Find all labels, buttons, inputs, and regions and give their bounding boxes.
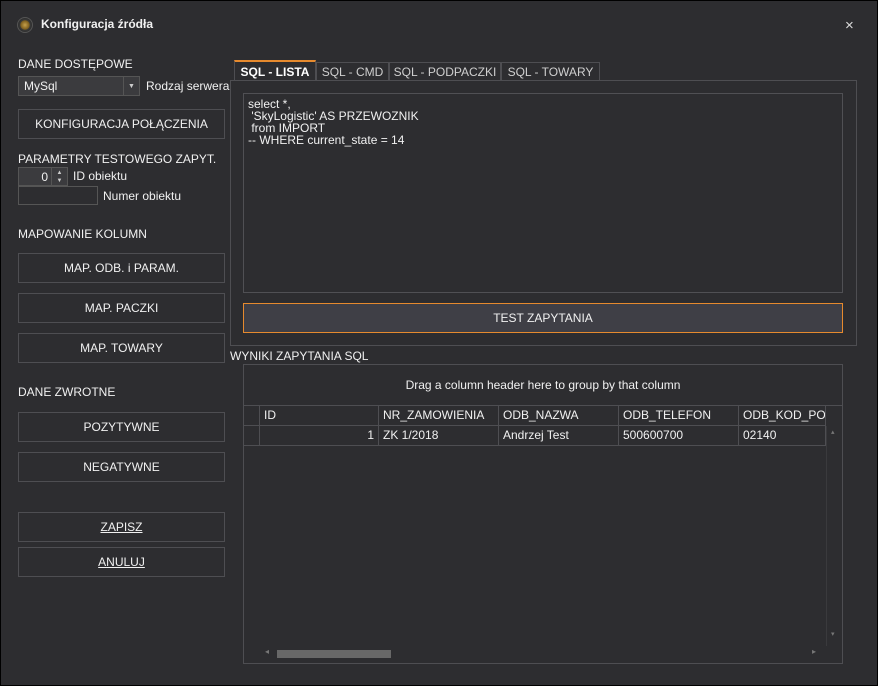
mapping-heading: MAPOWANIE KOLUMN: [18, 227, 147, 241]
table-cell-recipient-postcode[interactable]: 02140: [739, 426, 826, 446]
app-logo-icon: [17, 17, 33, 33]
connection-config-button[interactable]: KONFIGURACJA POŁĄCZENIA: [18, 109, 225, 139]
scroll-thumb[interactable]: [277, 650, 391, 658]
table-cell-recipient-phone[interactable]: 500600700: [619, 426, 739, 446]
object-id-spinner[interactable]: 0 ▲ ▼: [18, 167, 68, 186]
table-cell-order-number[interactable]: ZK 1/2018: [379, 426, 499, 446]
object-number-label: Numer obiektu: [103, 189, 182, 203]
tab-sql-cmd[interactable]: SQL - CMD: [316, 62, 389, 81]
map-recipient-button[interactable]: MAP. ODB. i PARAM.: [18, 253, 225, 283]
access-heading: DANE DOSTĘPOWE: [18, 57, 133, 71]
scroll-left-icon[interactable]: ◂: [265, 647, 269, 656]
chevron-down-icon[interactable]: ▼: [123, 77, 139, 95]
save-button[interactable]: ZAPISZ: [18, 512, 225, 542]
row-indicator-header: [244, 406, 260, 426]
column-header-recipient-name[interactable]: ODB_NAZWA: [499, 406, 619, 426]
column-header-recipient-phone[interactable]: ODB_TELEFON: [619, 406, 739, 426]
sql-editor[interactable]: select *, 'SkyLogistic' AS PRZEWOZNIK fr…: [243, 93, 843, 293]
column-header-order-number[interactable]: NR_ZAMOWIENIA: [379, 406, 499, 426]
map-goods-button[interactable]: MAP. TOWARY: [18, 333, 225, 363]
tab-sql-goods[interactable]: SQL - TOWARY: [501, 62, 600, 81]
close-icon[interactable]: ×: [845, 18, 854, 33]
object-id-value: 0: [41, 170, 48, 184]
window-title: Konfiguracja źródła: [41, 17, 154, 31]
group-panel[interactable]: Drag a column header here to group by th…: [244, 365, 842, 406]
scroll-up-icon[interactable]: ▴: [831, 428, 835, 436]
tab-sql-subpackages[interactable]: SQL - PODPACZKI: [389, 62, 501, 81]
scroll-right-icon[interactable]: ▸: [812, 647, 816, 656]
group-hint: Drag a column header here to group by th…: [405, 378, 681, 392]
test-params-heading: PARAMETRY TESTOWEGO ZAPYT.: [18, 152, 217, 166]
return-heading: DANE ZWROTNE: [18, 385, 116, 399]
server-type-value: MySql: [24, 79, 58, 93]
map-packages-button[interactable]: MAP. PACZKI: [18, 293, 225, 323]
spinner-arrows-icon[interactable]: ▲ ▼: [51, 168, 67, 185]
horizontal-scrollbar[interactable]: ◂ ▸: [260, 646, 826, 662]
table-cell-id[interactable]: 1: [260, 426, 379, 446]
results-heading: WYNIKI ZAPYTANIA SQL: [230, 349, 369, 363]
column-header-recipient-postcode[interactable]: ODB_KOD_POC: [739, 406, 826, 426]
negative-button[interactable]: NEGATYWNE: [18, 452, 225, 482]
server-type-label: Rodzaj serwera: [146, 79, 230, 93]
server-type-select[interactable]: MySql ▼: [18, 76, 140, 96]
object-id-label: ID obiektu: [73, 169, 128, 183]
vertical-scrollbar[interactable]: ▴ ▾: [826, 426, 842, 646]
table-cell-recipient-name[interactable]: Andrzej Test: [499, 426, 619, 446]
positive-button[interactable]: POZYTYWNE: [18, 412, 225, 442]
config-window: Konfiguracja źródła × DANE DOSTĘPOWE MyS…: [0, 0, 878, 686]
title-bar: Konfiguracja źródła ×: [1, 1, 877, 45]
tab-sql-list[interactable]: SQL - LISTA: [234, 60, 316, 81]
scroll-down-icon[interactable]: ▾: [831, 630, 835, 638]
cancel-button[interactable]: ANULUJ: [18, 547, 225, 577]
object-number-input[interactable]: [18, 186, 98, 205]
test-query-button[interactable]: TEST ZAPYTANIA: [243, 303, 843, 333]
row-indicator[interactable]: [244, 426, 260, 446]
column-header-id[interactable]: ID: [260, 406, 379, 426]
